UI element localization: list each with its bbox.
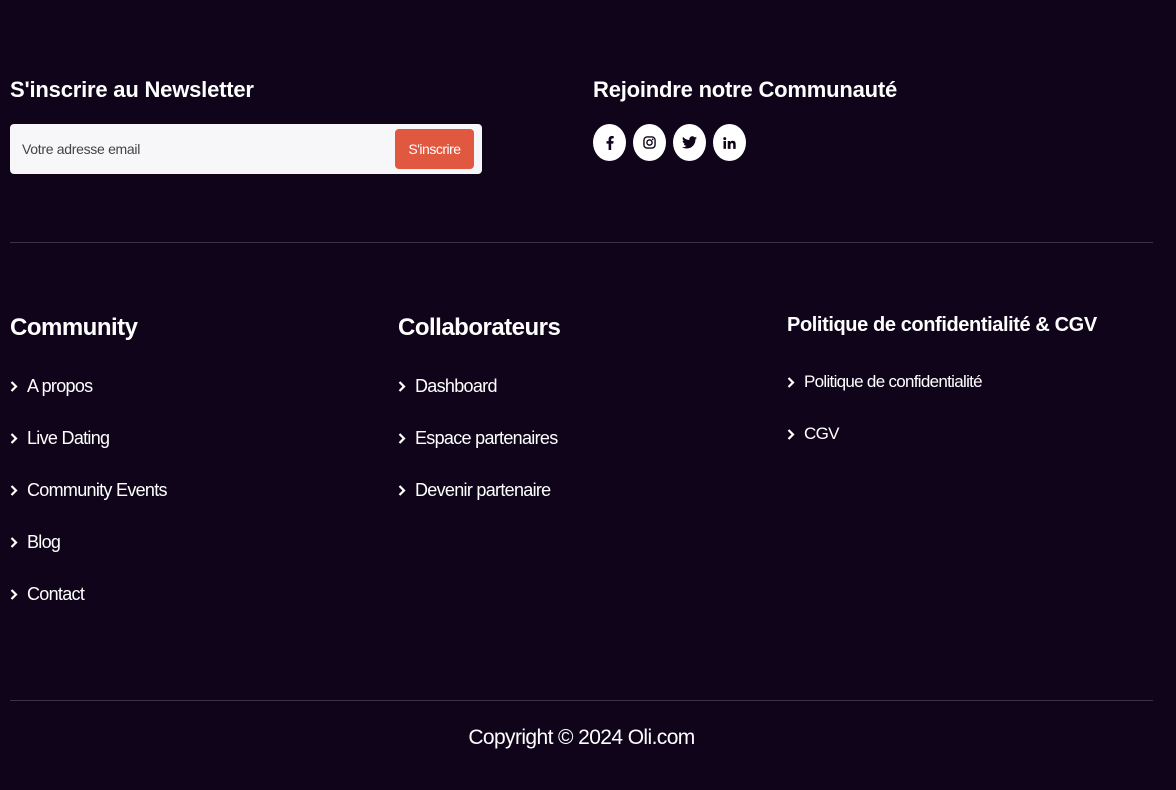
column-title: Collaborateurs bbox=[398, 314, 561, 341]
footer: S'inscrire au Newsletter S'inscrire Rejo… bbox=[10, 0, 1153, 790]
link-label: A propos bbox=[27, 376, 93, 396]
link-blog[interactable]: Blog bbox=[10, 526, 61, 558]
newsletter-section: S'inscrire au Newsletter S'inscrire bbox=[10, 74, 482, 174]
divider bbox=[10, 242, 1153, 243]
chevron-right-icon bbox=[10, 484, 20, 496]
link-label: Politique de confidentialité bbox=[804, 372, 983, 391]
social-links bbox=[593, 124, 746, 161]
subscribe-button[interactable]: S'inscrire bbox=[395, 129, 474, 169]
link-live-dating[interactable]: Live Dating bbox=[10, 422, 110, 454]
chevron-right-icon bbox=[398, 380, 408, 392]
chevron-right-icon bbox=[10, 380, 20, 392]
link-espace-partenaires[interactable]: Espace partenaires bbox=[398, 422, 558, 454]
link-label: Contact bbox=[27, 584, 85, 604]
link-a-propos[interactable]: A propos bbox=[10, 370, 93, 402]
link-list: Dashboard Espace partenaires Devenir par… bbox=[398, 370, 558, 526]
instagram-icon[interactable] bbox=[633, 124, 666, 161]
newsletter-form: S'inscrire bbox=[10, 124, 482, 174]
chevron-right-icon bbox=[398, 432, 408, 444]
link-cgv[interactable]: CGV bbox=[787, 422, 839, 446]
link-contact[interactable]: Contact bbox=[10, 578, 85, 610]
link-label: CGV bbox=[804, 424, 839, 443]
community-section: Rejoindre notre Communauté bbox=[593, 74, 898, 161]
chevron-right-icon bbox=[787, 428, 797, 440]
newsletter-title: S'inscrire au Newsletter bbox=[10, 77, 254, 102]
link-community-events[interactable]: Community Events bbox=[10, 474, 168, 506]
community-column: Community A propos Live Dating Community… bbox=[10, 312, 168, 604]
link-label: Dashboard bbox=[415, 376, 497, 396]
link-label: Blog bbox=[27, 532, 61, 552]
twitter-icon[interactable] bbox=[673, 124, 706, 161]
chevron-right-icon bbox=[398, 484, 408, 496]
link-label: Community Events bbox=[27, 480, 168, 500]
link-devenir-partenaire[interactable]: Devenir partenaire bbox=[398, 474, 551, 506]
link-label: Espace partenaires bbox=[415, 428, 558, 448]
link-list: Politique de confidentialité CGV bbox=[787, 370, 983, 474]
collaborateurs-column: Collaborateurs Dashboard Espace partenai… bbox=[398, 312, 561, 500]
link-dashboard[interactable]: Dashboard bbox=[398, 370, 497, 402]
community-title: Rejoindre notre Communauté bbox=[593, 77, 898, 102]
column-title: Community bbox=[10, 314, 138, 341]
chevron-right-icon bbox=[787, 376, 797, 388]
link-label: Live Dating bbox=[27, 428, 110, 448]
link-label: Devenir partenaire bbox=[415, 480, 551, 500]
column-title: Politique de confidentialité & CGV bbox=[787, 314, 1097, 336]
facebook-icon[interactable] bbox=[593, 124, 626, 161]
chevron-right-icon bbox=[10, 588, 20, 600]
chevron-right-icon bbox=[10, 432, 20, 444]
link-privacy-policy[interactable]: Politique de confidentialité bbox=[787, 370, 983, 394]
policy-column: Politique de confidentialité & CGV Polit… bbox=[787, 312, 1097, 443]
email-input[interactable] bbox=[10, 124, 390, 174]
link-list: A propos Live Dating Community Events Bl… bbox=[10, 370, 168, 630]
chevron-right-icon bbox=[10, 536, 20, 548]
divider bbox=[10, 700, 1153, 701]
linkedin-icon[interactable] bbox=[713, 124, 746, 161]
copyright-text: Copyright © 2024 Oli.com bbox=[468, 726, 695, 749]
